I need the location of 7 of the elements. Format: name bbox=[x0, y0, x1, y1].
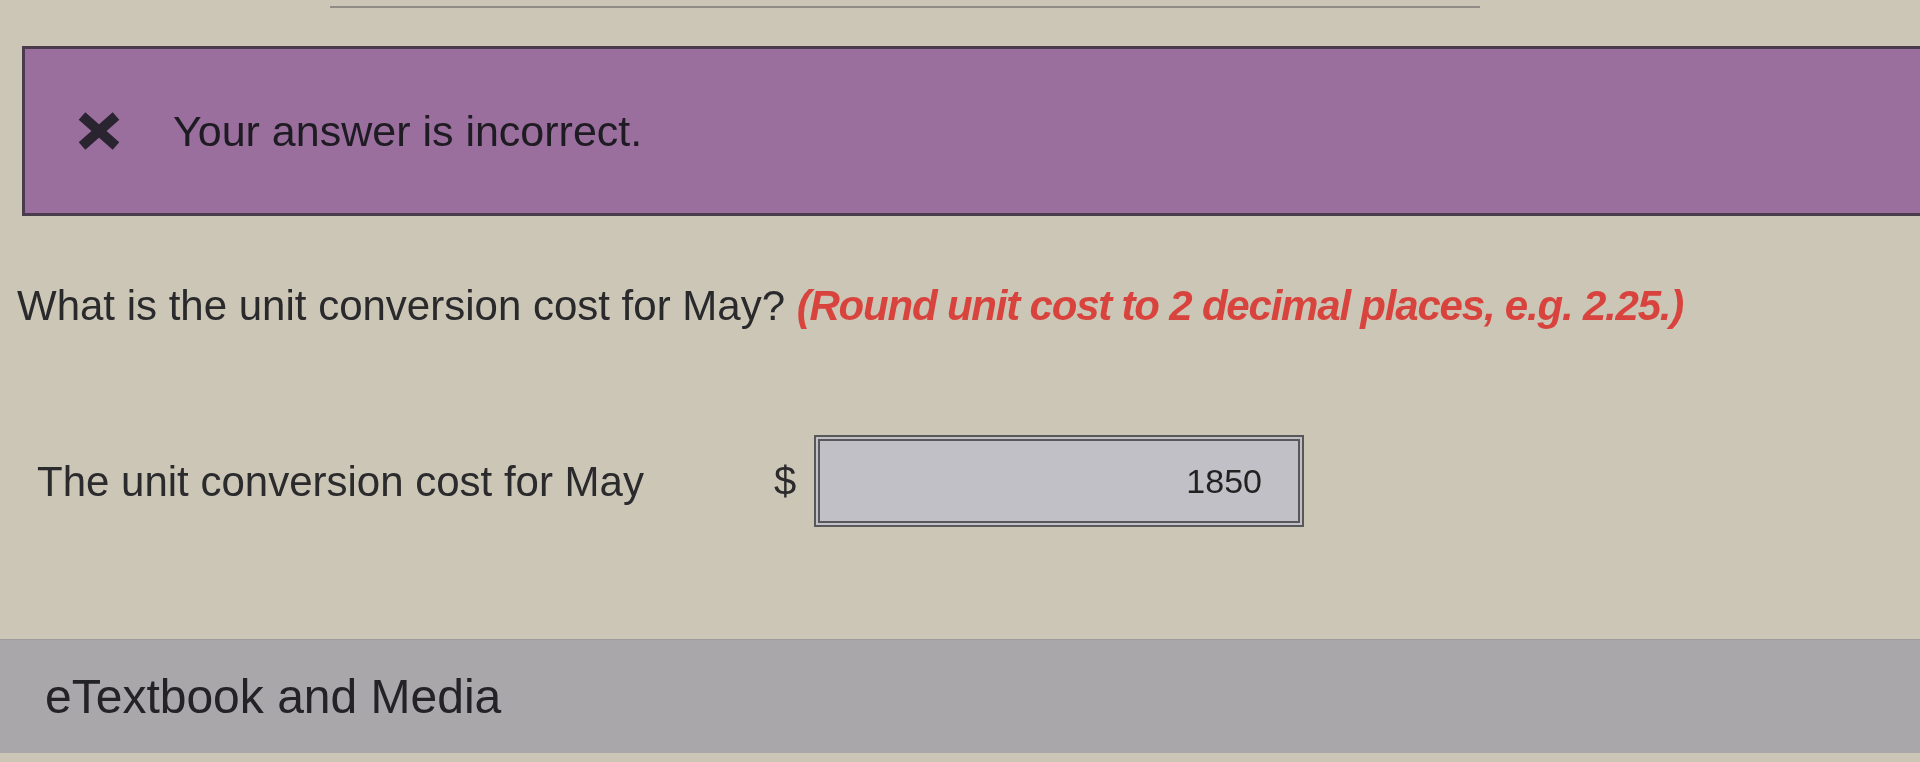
cross-icon bbox=[77, 112, 121, 150]
currency-sign: $ bbox=[774, 458, 798, 505]
question-text: What is the unit conversion cost for May? (Round unit cost to 2 decimal places, e.g. 2.25.) bbox=[17, 281, 1684, 331]
media-section-header[interactable]: eTextbook and Media bbox=[0, 639, 1920, 753]
answer-label: The unit conversion cost for May bbox=[37, 456, 645, 507]
feedback-message: Your answer is incorrect. bbox=[173, 105, 643, 157]
answer-field[interactable]: 1850 bbox=[814, 435, 1304, 527]
